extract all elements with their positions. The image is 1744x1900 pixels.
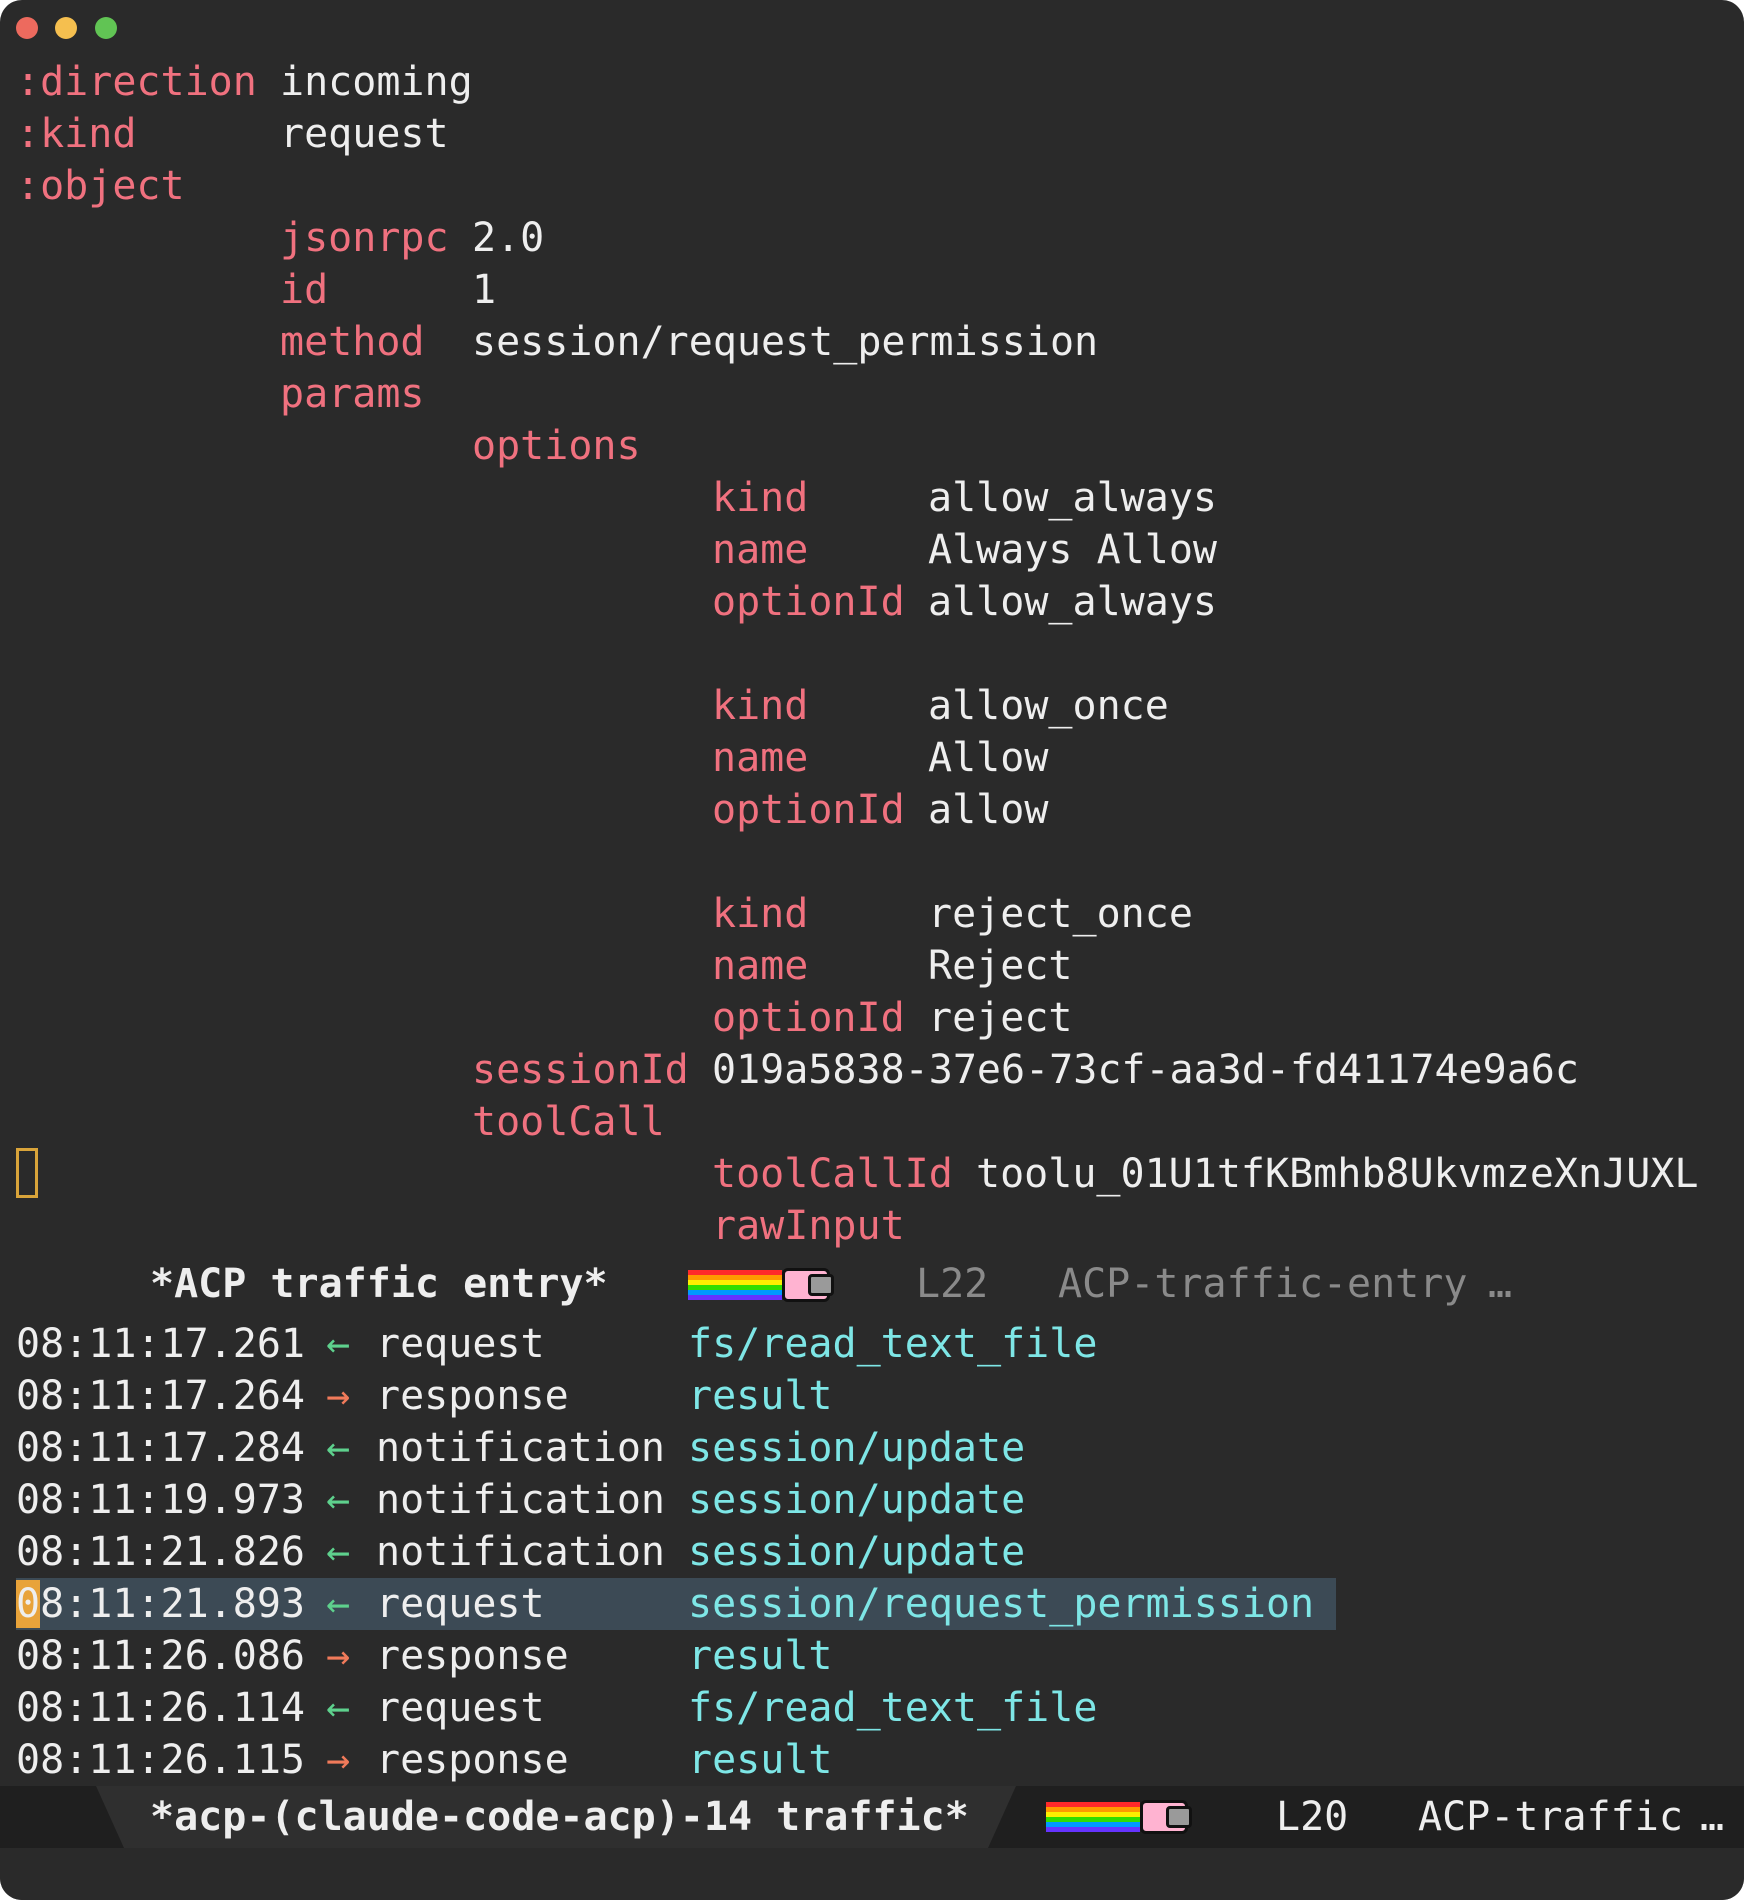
options-key: options	[472, 423, 641, 469]
row-timestamp: 08:11:26.086	[16, 1633, 305, 1679]
option-kind-key: kind	[712, 683, 809, 729]
option-kind-value: reject_once	[928, 891, 1193, 937]
tool-call-id-value: toolu_01U1tfKBmhb8UkvmzeXnJUXL	[976, 1151, 1699, 1197]
outgoing-arrow-icon: →	[326, 1737, 351, 1783]
session-id-key: sessionId	[472, 1047, 689, 1093]
row-timestamp: 08:11:17.264	[16, 1373, 305, 1419]
terminal-window: :direction incoming :kind request :objec…	[0, 0, 1744, 1900]
incoming-arrow-icon: ←	[326, 1425, 351, 1471]
nyan-cat-icon	[688, 1266, 838, 1304]
row-method: session/update	[688, 1477, 1026, 1523]
option-name-value: Always Allow	[928, 527, 1217, 573]
row-kind: response	[376, 1737, 569, 1783]
incoming-arrow-icon: ←	[326, 1529, 351, 1575]
option-name-key: name	[712, 527, 809, 573]
option-kind-value: allow_once	[928, 683, 1169, 729]
direction-key: :direction	[16, 59, 257, 105]
row-method: session/request_permission	[688, 1581, 1315, 1627]
row-timestamp: 08:11:26.115	[16, 1737, 305, 1783]
entry-modeline: *ACP traffic entry* L22 ACP-traffic-entr…	[0, 1258, 1744, 1310]
traffic-mode-ellipsis: …	[1700, 1794, 1725, 1840]
direction-value: incoming	[280, 59, 473, 105]
option-kind-value: allow_always	[928, 475, 1217, 521]
tool-call-id-key: toolCallId	[712, 1151, 953, 1197]
row-kind: request	[376, 1321, 545, 1367]
object-key: :object	[16, 163, 185, 209]
option-name-value: Allow	[928, 735, 1049, 781]
jsonrpc-value: 2.0	[472, 215, 545, 261]
entry-major-mode: ACP-traffic-entry	[1058, 1261, 1468, 1307]
tool-call-key: toolCall	[472, 1099, 665, 1145]
row-method: session/update	[688, 1425, 1026, 1471]
row-kind: notification	[376, 1477, 665, 1523]
close-window-button[interactable]	[16, 17, 38, 39]
option-id-value: reject	[928, 995, 1073, 1041]
option-id-value: allow_always	[928, 579, 1217, 625]
incoming-arrow-icon: ←	[326, 1581, 351, 1627]
jsonrpc-key: jsonrpc	[280, 215, 449, 261]
traffic-line-number: L20	[1276, 1794, 1349, 1840]
entry-buffer-name: *ACP traffic entry*	[150, 1261, 608, 1307]
option-kind-key: kind	[712, 475, 809, 521]
entry-line-number: L22	[916, 1261, 989, 1307]
row-method: fs/read_text_file	[688, 1685, 1098, 1731]
outgoing-arrow-icon: →	[326, 1373, 351, 1419]
zoom-window-button[interactable]	[95, 17, 117, 39]
option-id-key: optionId	[712, 787, 905, 833]
row-method: result	[688, 1737, 833, 1783]
row-method: session/update	[688, 1529, 1026, 1575]
option-kind-key: kind	[712, 891, 809, 937]
row-method: fs/read_text_file	[688, 1321, 1098, 1367]
session-id-value: 019a5838-37e6-73cf-aa3d-fd41174e9a6c	[712, 1047, 1579, 1093]
row-kind: request	[376, 1685, 545, 1731]
incoming-arrow-icon: ←	[326, 1685, 351, 1731]
outgoing-arrow-icon: →	[326, 1633, 351, 1679]
row-kind: notification	[376, 1425, 665, 1471]
id-value: 1	[472, 267, 497, 313]
option-id-value: allow	[928, 787, 1049, 833]
row-kind: notification	[376, 1529, 665, 1575]
incoming-arrow-icon: ←	[326, 1321, 351, 1367]
option-name-key: name	[712, 735, 809, 781]
traffic-major-mode: ACP-traffic	[1418, 1794, 1683, 1840]
row-timestamp: 08:11:21.826	[16, 1529, 305, 1575]
row-timestamp: 08:11:17.261	[16, 1321, 305, 1367]
kind-value: request	[280, 111, 449, 157]
id-key: id	[280, 267, 329, 313]
option-id-key: optionId	[712, 995, 905, 1041]
minimize-window-button[interactable]	[55, 17, 77, 39]
row-method: result	[688, 1633, 833, 1679]
params-key: params	[280, 371, 425, 417]
kind-key: :kind	[16, 111, 137, 157]
nyan-cat-icon	[1046, 1798, 1196, 1836]
option-id-key: optionId	[712, 579, 905, 625]
option-name-value: Reject	[928, 943, 1073, 989]
row-method: result	[688, 1373, 833, 1419]
row-timestamp: 08:11:19.973	[16, 1477, 305, 1523]
row-kind: request	[376, 1581, 545, 1627]
row-timestamp: 08:11:26.114	[16, 1685, 305, 1731]
incoming-arrow-icon: ←	[326, 1477, 351, 1523]
row-kind: response	[376, 1633, 569, 1679]
method-value: session/request_permission	[472, 319, 1099, 365]
traffic-buffer-name: *acp-(claude-code-acp)-14 traffic*	[150, 1794, 969, 1840]
row-timestamp: 08:11:17.284	[16, 1425, 305, 1471]
entry-mode-ellipsis: …	[1488, 1261, 1513, 1307]
minibuffer[interactable]	[0, 1848, 1744, 1900]
row-timestamp: 08:11:21.893	[16, 1581, 305, 1627]
row-kind: response	[376, 1373, 569, 1419]
text-cursor	[16, 1148, 38, 1198]
option-name-key: name	[712, 943, 809, 989]
raw-input-key: rawInput	[712, 1203, 905, 1249]
method-key: method	[280, 319, 425, 365]
